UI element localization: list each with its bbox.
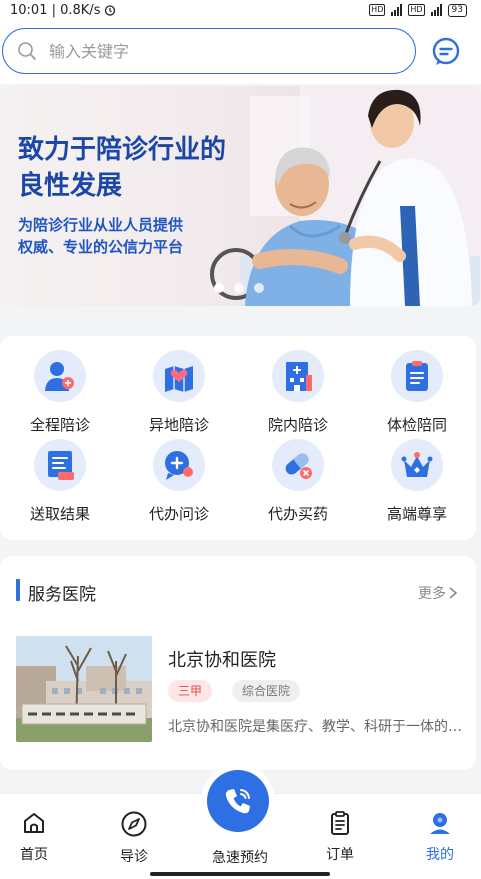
message-icon	[432, 37, 460, 65]
battery-icon: 93	[447, 3, 467, 17]
hospital-type-badge: 综合医院	[232, 680, 301, 702]
banner-dot[interactable]	[254, 283, 264, 293]
service-buy-medicine[interactable]: 代办买药	[238, 439, 358, 529]
hospital-name[interactable]: 北京协和医院	[168, 646, 276, 672]
nav-home-label: 首页	[20, 847, 48, 863]
banner-dot[interactable]	[214, 283, 224, 293]
banner-title-line1: 致力于陪诊行业的	[18, 135, 227, 165]
service-inhospital-escort[interactable]: 院内陪诊	[238, 350, 358, 440]
status-time: 10:01 | 0.8K/s	[10, 2, 101, 18]
hd-icon-2: HD	[408, 4, 425, 16]
home-icon	[24, 813, 44, 833]
clipboard-icon	[391, 350, 443, 402]
banner-pagination	[214, 283, 264, 293]
service-label: 全程陪诊	[29, 416, 90, 434]
signal-icon	[391, 4, 403, 16]
navigation-icon	[121, 811, 147, 837]
status-bar: 10:01 | 0.8K/s HD HD 93	[0, 0, 481, 20]
service-checkup-escort[interactable]: 体检陪同	[357, 350, 477, 440]
service-deliver-results[interactable]: 送取结果	[0, 439, 120, 529]
nav-orders[interactable]: 订单	[310, 810, 370, 864]
service-premium[interactable]: 高端尊享	[357, 439, 477, 529]
search-icon	[18, 42, 36, 60]
nav-guide[interactable]: 导诊	[104, 810, 164, 866]
service-label: 代办问诊	[148, 505, 209, 523]
clipboard-list-icon	[331, 811, 349, 835]
service-remote-escort[interactable]: 异地陪诊	[119, 350, 239, 440]
chevron-right-icon	[449, 587, 458, 599]
service-label: 异地陪诊	[148, 416, 209, 434]
section-accent-bar	[16, 579, 20, 601]
banner-dot[interactable]	[234, 283, 244, 293]
service-label: 高端尊享	[386, 505, 447, 523]
message-button[interactable]	[428, 34, 464, 70]
hospital-building-icon	[272, 350, 324, 402]
banner-subtitle-line1: 为陪诊行业从业人员提供	[18, 216, 184, 234]
chat-plus-icon	[153, 439, 205, 491]
service-hospitals-section: 服务医院 更多 北京协和医院 三甲 综合医院 北京协和医院是集医疗、教学、科研于…	[0, 556, 476, 770]
service-label: 送取结果	[29, 505, 90, 523]
more-link[interactable]: 更多	[418, 583, 458, 603]
phone-icon	[225, 789, 250, 814]
nav-mine-label: 我的	[426, 847, 454, 863]
services-grid: 全程陪诊 异地陪诊 院内陪诊 体检陪同 送取结果 代办问诊 代办买药 高端尊享	[0, 336, 476, 540]
nav-mine[interactable]: 我的	[410, 810, 470, 864]
service-label: 代办买药	[267, 505, 328, 523]
status-left: 10:01 | 0.8K/s	[10, 3, 116, 18]
banner-title: 致力于陪诊行业的 良性发展	[18, 132, 278, 204]
crown-icon	[391, 439, 443, 491]
quick-booking-button[interactable]	[207, 770, 269, 832]
pill-icon	[272, 439, 324, 491]
banner-subtitle: 为陪诊行业从业人员提供 权威、专业的公信力平台	[18, 214, 248, 258]
hospital-description: 北京协和医院是集医疗、教学、科研于一体的大型三级甲等综合医院	[168, 719, 462, 735]
hospital-level-badge: 三甲	[168, 680, 213, 702]
alarm-icon	[105, 5, 116, 16]
nav-guide-label: 导诊	[120, 849, 148, 865]
quick-booking-label: 急速预约	[212, 850, 268, 866]
section-title: 服务医院	[28, 585, 96, 605]
user-icon	[430, 813, 450, 834]
map-heart-icon	[153, 350, 205, 402]
banner-title-line2: 良性发展	[18, 171, 123, 201]
search-bar[interactable]	[2, 28, 416, 74]
service-label: 体检陪同	[386, 416, 447, 434]
banner-subtitle-line2: 权威、专业的公信力平台	[18, 238, 184, 256]
nav-orders-label: 订单	[326, 847, 354, 863]
nav-home[interactable]: 首页	[4, 810, 64, 864]
promo-banner[interactable]: 致力于陪诊行业的 良性发展 为陪诊行业从业人员提供 权威、专业的公信力平台	[0, 86, 481, 306]
nurse-icon	[34, 350, 86, 402]
search-input[interactable]	[49, 41, 369, 61]
home-indicator[interactable]	[150, 872, 330, 876]
header	[0, 20, 481, 84]
hospital-photo[interactable]	[16, 636, 152, 742]
report-icon	[34, 439, 86, 491]
service-full-escort[interactable]: 全程陪诊	[0, 350, 120, 440]
signal-icon-2	[430, 4, 442, 16]
status-right: HD HD 93	[369, 3, 467, 17]
more-label: 更多	[418, 586, 446, 602]
hd-icon: HD	[369, 4, 386, 16]
service-consultation-agent[interactable]: 代办问诊	[119, 439, 239, 529]
service-label: 院内陪诊	[267, 416, 328, 434]
